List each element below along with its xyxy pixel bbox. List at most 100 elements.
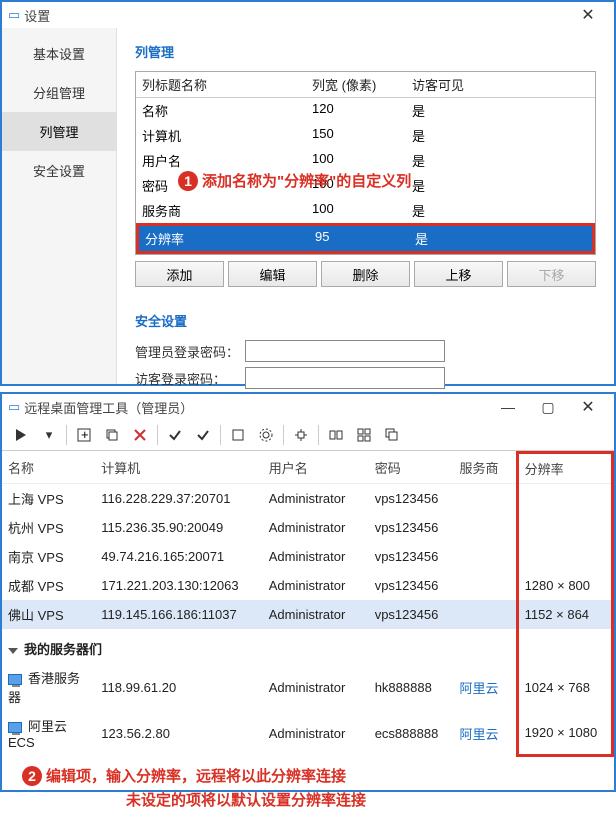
column-buttons: 添加 编辑 删除 上移 下移 [135, 255, 596, 293]
settings-title: 设置 [24, 6, 568, 25]
table-cell: 南京 VPS [2, 542, 95, 571]
col-name[interactable]: 服务商 [136, 198, 306, 223]
col-width[interactable]: 100 [306, 198, 406, 223]
group-row[interactable]: 我的服务器们 [2, 629, 613, 663]
table-cell: 1280 × 800 [517, 571, 612, 600]
provider-link[interactable]: 阿里云 [459, 727, 498, 742]
add-icon[interactable]: + [71, 424, 97, 446]
close-button[interactable]: ✕ [568, 5, 608, 25]
col-width[interactable]: 95 [315, 229, 415, 248]
table-cell [517, 484, 612, 514]
tab-groups[interactable]: 分组管理 [2, 73, 116, 112]
columns-grid: 列标题名称 列宽 (像素) 访客可见 名称120是计算机150是用户名100是密… [135, 71, 596, 255]
play-icon[interactable] [8, 424, 34, 446]
reset-icon[interactable] [225, 424, 251, 446]
svg-text:+: + [81, 427, 89, 442]
minimize-button[interactable]: — [488, 399, 528, 415]
tile-h-icon[interactable] [323, 424, 349, 446]
guest-pw-input[interactable] [245, 367, 445, 389]
col-visible[interactable]: 是 [406, 123, 595, 148]
table-cell: 阿里云 [453, 711, 517, 755]
col-visible[interactable]: 是 [406, 173, 595, 198]
play-dropdown-icon[interactable]: ▾ [36, 424, 62, 446]
tile-grid-icon[interactable] [351, 424, 377, 446]
tab-security[interactable]: 安全设置 [2, 151, 116, 190]
col-visible[interactable]: 是 [406, 148, 595, 173]
security-title: 安全设置 [135, 311, 596, 330]
copy-icon[interactable] [99, 424, 125, 446]
tab-basic[interactable]: 基本设置 [2, 34, 116, 73]
gear-icon[interactable] [253, 424, 279, 446]
table-row[interactable]: 成都 VPS171.221.203.130:12063Administrator… [2, 571, 613, 600]
add-button[interactable]: 添加 [135, 261, 224, 287]
admin-pw-input[interactable] [245, 340, 445, 362]
col-name[interactable]: 分辨率 [145, 229, 315, 248]
table-cell: 1920 × 1080 [517, 711, 612, 755]
table-header[interactable]: 计算机 [95, 453, 262, 484]
toolbar: ▾ + [2, 420, 614, 451]
close-button[interactable]: ✕ [568, 397, 608, 417]
header-name: 列标题名称 [136, 72, 306, 97]
table-cell: vps123456 [369, 484, 454, 514]
table-cell: 成都 VPS [2, 571, 95, 600]
expand-icon[interactable] [288, 424, 314, 446]
col-visible[interactable]: 是 [406, 198, 595, 223]
header-visible: 访客可见 [406, 72, 595, 97]
table-row[interactable]: 香港服务器118.99.61.20Administratorhk888888阿里… [2, 663, 613, 711]
col-visible[interactable]: 是 [406, 98, 595, 123]
column-row[interactable]: 分辨率95是 [136, 223, 595, 254]
annotation-2-line1: 编辑项，输入分辨率，远程将以此分辨率连接 [46, 768, 346, 785]
table-cell: 香港服务器 [2, 663, 95, 711]
table-cell [453, 600, 517, 629]
tab-columns[interactable]: 列管理 [2, 112, 116, 151]
provider-link[interactable]: 阿里云 [459, 681, 498, 696]
annotation-2-number: 2 [22, 766, 42, 786]
col-name[interactable]: 计算机 [136, 123, 306, 148]
column-row[interactable]: 名称120是 [136, 98, 595, 123]
col-visible[interactable]: 是 [415, 229, 586, 248]
chevron-down-icon [8, 648, 18, 654]
app-icon: ▭ [8, 399, 20, 415]
table-row[interactable]: 南京 VPS49.74.216.165:20071Administratorvp… [2, 542, 613, 571]
table-cell: 1152 × 864 [517, 600, 612, 629]
table-header[interactable]: 名称 [2, 453, 95, 484]
check-icon[interactable] [162, 424, 188, 446]
table-cell: 1024 × 768 [517, 663, 612, 711]
delete-button[interactable]: 删除 [321, 261, 410, 287]
table-header[interactable]: 用户名 [263, 453, 369, 484]
table-header[interactable]: 服务商 [453, 453, 517, 484]
movedown-button[interactable]: 下移 [507, 261, 596, 287]
table-header[interactable]: 分辨率 [517, 453, 612, 484]
table-cell: 阿里云 [453, 663, 517, 711]
table-cell [453, 513, 517, 542]
annotation-1-text: 添加名称为"分辨率"的自定义列 [202, 170, 411, 191]
table-row[interactable]: 佛山 VPS119.145.166.186:11037Administrator… [2, 600, 613, 629]
table-cell: 119.145.166.186:11037 [95, 600, 262, 629]
table-cell [453, 571, 517, 600]
table-cell: Administrator [263, 600, 369, 629]
table-cell [453, 542, 517, 571]
settings-window: ▭ 设置 ✕ 基本设置 分组管理 列管理 安全设置 列管理 列标题名称 列宽 (… [0, 0, 616, 386]
table-row[interactable]: 杭州 VPS115.236.35.90:20049Administratorvp… [2, 513, 613, 542]
table-row[interactable]: 阿里云 ECS123.56.2.80Administratorecs888888… [2, 711, 613, 755]
table-cell: 171.221.203.130:12063 [95, 571, 262, 600]
check2-icon[interactable] [190, 424, 216, 446]
monitor-icon [8, 722, 22, 733]
table-cell: 上海 VPS [2, 484, 95, 514]
col-width[interactable]: 150 [306, 123, 406, 148]
table-header[interactable]: 密码 [369, 453, 454, 484]
cascade-icon[interactable] [379, 424, 405, 446]
table-row[interactable]: 上海 VPS116.228.229.37:20701Administratorv… [2, 484, 613, 514]
col-name[interactable]: 名称 [136, 98, 306, 123]
panel-title: 列管理 [135, 42, 596, 61]
grid-header: 列标题名称 列宽 (像素) 访客可见 [136, 72, 595, 98]
table-cell: Administrator [263, 711, 369, 755]
column-row[interactable]: 计算机150是 [136, 123, 595, 148]
maximize-button[interactable]: ▢ [528, 399, 568, 416]
table-cell [453, 484, 517, 514]
edit-button[interactable]: 编辑 [228, 261, 317, 287]
col-width[interactable]: 120 [306, 98, 406, 123]
delete-icon[interactable] [127, 424, 153, 446]
moveup-button[interactable]: 上移 [414, 261, 503, 287]
column-row[interactable]: 服务商100是 [136, 198, 595, 223]
